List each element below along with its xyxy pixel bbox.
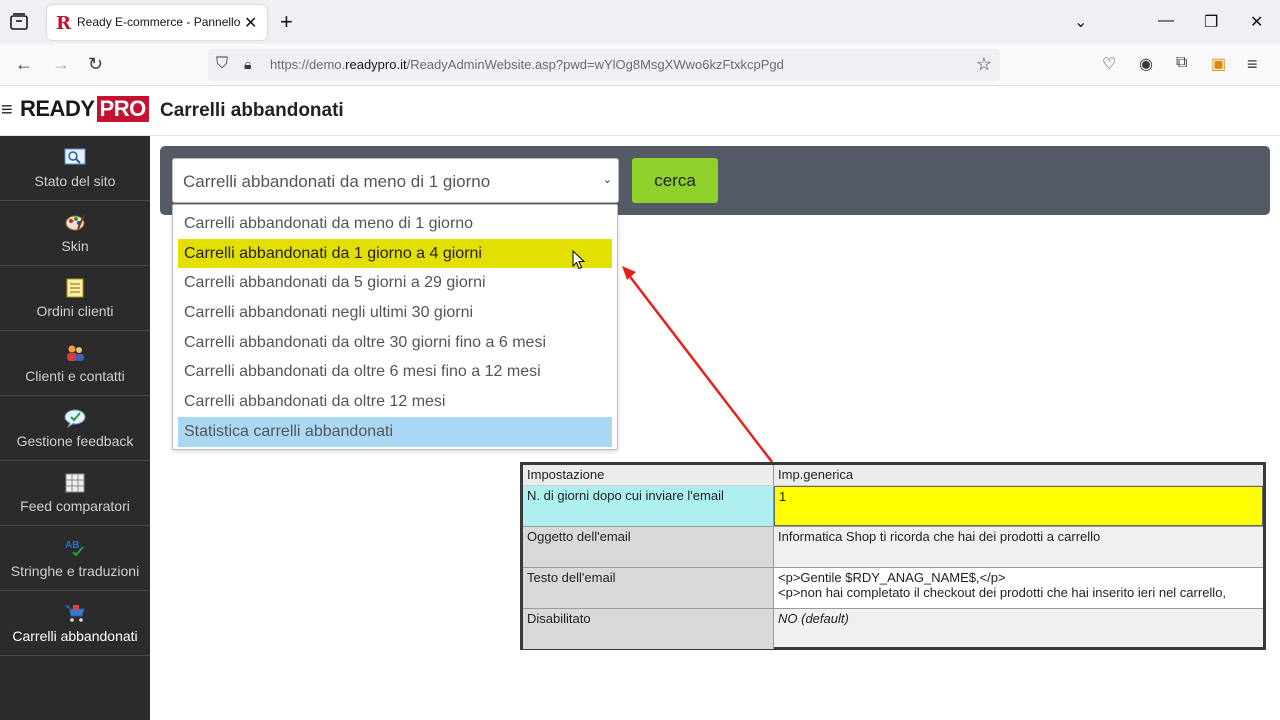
contacts-icon: [64, 342, 86, 364]
settings-header-row: Impostazione Imp.generica: [523, 465, 1263, 486]
setting-value-line: <p>Gentile $RDY_ANAG_NAME$,</p>: [778, 570, 1006, 585]
grid-icon: [64, 472, 86, 494]
minimize-icon[interactable]: —: [1158, 12, 1174, 30]
cerca-button[interactable]: cerca: [632, 158, 718, 203]
period-dropdown-list: Carrelli abbandonati da meno di 1 giorno…: [172, 204, 618, 450]
logo-ready-text: READY: [20, 96, 95, 121]
period-select-value: Carrelli abbandonati da meno di 1 giorno: [183, 172, 491, 191]
dropdown-option[interactable]: Carrelli abbandonati da oltre 6 mesi fin…: [178, 357, 612, 387]
sidebar-item-label: Stringhe e traduzioni: [10, 563, 140, 579]
sidebar-item-feed-comparatori[interactable]: Feed comparatori: [0, 461, 150, 526]
settings-row[interactable]: N. di giorni dopo cui inviare l'email 1: [523, 486, 1263, 526]
sidebar-item-label: Ordini clienti: [36, 303, 114, 319]
dropdown-option[interactable]: Carrelli abbandonati da oltre 12 mesi: [178, 387, 612, 417]
account-icon[interactable]: ◉: [1139, 54, 1153, 74]
ready-favicon-icon: R: [56, 13, 71, 34]
sidebar-item-ordini-clienti[interactable]: Ordini clienti: [0, 266, 150, 331]
url-text[interactable]: https://demo.readypro.it/ReadyAdminWebsi…: [270, 57, 784, 72]
menu-icon[interactable]: ≡: [1247, 54, 1258, 75]
palette-icon: [64, 212, 86, 234]
sidebar-item-label: Gestione feedback: [16, 433, 134, 449]
setting-key: N. di giorni dopo cui inviare l'email: [523, 486, 774, 526]
mouse-cursor-icon: [572, 250, 586, 270]
shield-icon[interactable]: ⛉: [216, 55, 228, 73]
sidebar-item-gestione-feedback[interactable]: Gestione feedback: [0, 396, 150, 461]
setting-value[interactable]: <p>Gentile $RDY_ANAG_NAME$,</p> <p>non h…: [774, 568, 1263, 608]
setting-value-line: <p>non hai completato il checkout dei pr…: [778, 585, 1227, 600]
page-title: Carrelli abbandonati: [160, 100, 344, 121]
window-close-icon[interactable]: ✕: [1250, 12, 1263, 32]
dropdown-option[interactable]: Carrelli abbandonati da meno di 1 giorno: [178, 209, 612, 239]
sidebar-item-label: Skin: [61, 238, 89, 254]
column-header: Imp.generica: [778, 467, 854, 482]
container-icon[interactable]: ▣: [1211, 54, 1226, 74]
setting-key: Testo dell'email: [523, 568, 774, 608]
notepad-icon: [64, 277, 86, 299]
settings-table-inset: Impostazione Imp.generica N. di giorni d…: [520, 462, 1266, 650]
dropdown-option[interactable]: Carrelli abbandonati da 5 giorni a 29 gi…: [178, 268, 612, 298]
feedback-icon: [64, 407, 86, 429]
tab-list-icon[interactable]: [8, 11, 30, 33]
address-bar[interactable]: ⛉ 🔒︎ https://demo.readypro.it/ReadyAdmin…: [208, 49, 1000, 81]
dropdown-option[interactable]: Carrelli abbandonati da oltre 30 giorni …: [178, 328, 612, 358]
column-header: Impostazione: [523, 465, 774, 485]
browser-tab-bar: R Ready E-commerce - Pannello ✕ + ⌄ — ❐ …: [0, 0, 1280, 44]
setting-key: Disabilitato: [523, 609, 774, 649]
settings-row[interactable]: Disabilitato NO (default): [523, 608, 1263, 649]
settings-grid: Impostazione Imp.generica N. di giorni d…: [523, 465, 1263, 649]
setting-value[interactable]: Informatica Shop ti ricorda che hai dei …: [774, 527, 1263, 567]
setting-value[interactable]: NO (default): [774, 609, 1263, 649]
app-header: ≡ READY PRO Carrelli abbandonati: [0, 86, 1280, 136]
sidebar-item-label: Clienti e contatti: [25, 368, 125, 384]
sidebar-item-stringhe-e-traduzioni[interactable]: AB Stringhe e traduzioni: [0, 526, 150, 591]
sidebar-item-label: Stato del sito: [34, 173, 116, 189]
translate-icon: AB: [64, 537, 86, 559]
chevron-down-icon: ⌄: [602, 174, 612, 186]
settings-row[interactable]: Testo dell'email <p>Gentile $RDY_ANAG_NA…: [523, 567, 1263, 608]
reload-icon[interactable]: ↻: [88, 54, 103, 75]
period-select[interactable]: Carrelli abbandonati da meno di 1 giorno…: [172, 158, 619, 203]
site-status-icon: [64, 147, 86, 169]
setting-value-field[interactable]: 1: [774, 486, 1263, 526]
svg-text:AB: AB: [65, 540, 79, 551]
sidebar-item-label: Feed comparatori: [20, 498, 130, 514]
hamburger-menu-icon[interactable]: ≡: [1, 99, 13, 122]
dropdown-option-selected[interactable]: Statistica carrelli abbandonati: [178, 416, 612, 447]
dropdown-option-highlighted[interactable]: Carrelli abbandonati da 1 giorno a 4 gio…: [178, 238, 612, 269]
setting-key: Oggetto dell'email: [523, 527, 774, 567]
extensions-icon[interactable]: ⧉: [1176, 54, 1187, 72]
cart-icon: [64, 602, 86, 624]
settings-row[interactable]: Oggetto dell'email Informatica Shop ti r…: [523, 526, 1263, 567]
sidebar: Stato del sito Skin Ordini clienti Clien…: [0, 136, 150, 720]
sidebar-item-carrelli-abbandonati[interactable]: Carrelli abbandonati: [0, 591, 150, 656]
sidebar-item-stato-del-sito[interactable]: Stato del sito: [0, 136, 150, 201]
chevron-down-icon[interactable]: ⌄: [1074, 12, 1087, 32]
restore-icon[interactable]: ❐: [1204, 12, 1218, 32]
back-icon[interactable]: ←: [15, 54, 33, 75]
forward-icon[interactable]: →: [52, 54, 70, 75]
sidebar-item-clienti-e-contatti[interactable]: Clienti e contatti: [0, 331, 150, 396]
logo-pro-text: PRO: [96, 96, 149, 122]
tab-title: Ready E-commerce - Pannello: [77, 15, 241, 29]
readypro-logo[interactable]: READY PRO: [20, 96, 149, 122]
browser-nav-bar: ← → ↻ ⛉ 🔒︎ https://demo.readypro.it/Read…: [0, 44, 1280, 86]
sidebar-item-label: Carrelli abbandonati: [12, 628, 138, 644]
browser-tab[interactable]: R Ready E-commerce - Pannello ✕: [47, 5, 267, 40]
pocket-icon[interactable]: ♡: [1102, 54, 1116, 74]
sidebar-item-skin[interactable]: Skin: [0, 201, 150, 266]
new-tab-icon[interactable]: +: [280, 9, 293, 35]
tab-close-icon[interactable]: ✕: [244, 13, 257, 33]
dropdown-option[interactable]: Carrelli abbandonati negli ultimi 30 gio…: [178, 298, 612, 328]
bookmark-star-icon[interactable]: ☆: [976, 54, 992, 75]
lock-icon[interactable]: 🔒︎: [244, 56, 251, 73]
